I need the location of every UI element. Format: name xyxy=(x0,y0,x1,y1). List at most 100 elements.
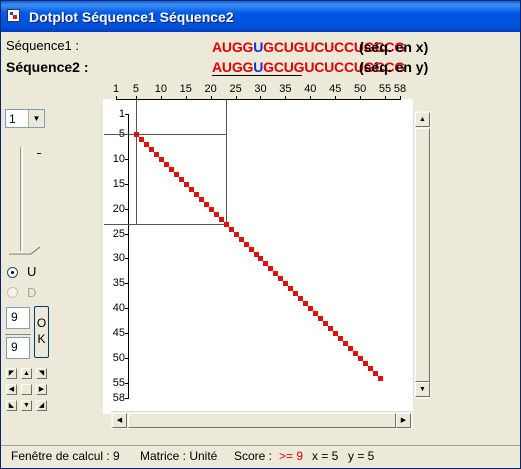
y-tick-label: 10 xyxy=(112,152,125,165)
x-tick xyxy=(360,96,361,100)
radio-d-label: D xyxy=(27,285,37,300)
x-tick xyxy=(385,96,386,100)
y-tick xyxy=(125,283,129,284)
y-tick xyxy=(125,159,129,160)
radio-u[interactable] xyxy=(7,267,18,278)
title-bar[interactable]: Dotplot Séquence1 Séquence2 xyxy=(1,1,520,32)
y-tick-label: 35 xyxy=(112,277,125,290)
y-tick xyxy=(125,358,129,359)
x-tick xyxy=(310,96,311,100)
vertical-scroll-thumb[interactable] xyxy=(415,128,430,382)
seq1-note: (séq. en x) xyxy=(359,39,429,55)
x-tick-label: 35 xyxy=(279,83,292,95)
arrow-right-icon[interactable]: ▶ xyxy=(36,384,47,395)
x-axis-line xyxy=(116,99,400,100)
x-tick-label: 45 xyxy=(329,83,342,95)
y-axis-line xyxy=(128,114,129,398)
arrow-upleft-icon[interactable]: ◤ xyxy=(6,368,17,379)
y-tick-label: 25 xyxy=(112,227,125,240)
x-tick xyxy=(285,96,286,100)
y-tick xyxy=(125,383,129,384)
seq1-label: Séquence1 : xyxy=(6,38,80,53)
arrow-left-icon[interactable]: ◀ xyxy=(6,384,17,395)
ok-button-label: O K xyxy=(36,316,47,346)
x-tick xyxy=(161,96,162,100)
y-tick-label: 15 xyxy=(112,177,125,190)
x-tick xyxy=(335,96,336,100)
x-tick xyxy=(236,96,237,100)
horizontal-scrollbar[interactable]: ◀ ▶ xyxy=(111,411,413,429)
y-tick-label: 58 xyxy=(112,392,125,404)
x-tick xyxy=(400,96,401,100)
status-x: x = 5 xyxy=(312,449,339,463)
seq2-label: Séquence2 : xyxy=(6,59,89,75)
x-tick-label: 20 xyxy=(204,83,217,95)
window-slider-track[interactable] xyxy=(20,147,23,251)
score-threshold-input[interactable]: 9 xyxy=(6,337,30,359)
y-tick-label: 55 xyxy=(112,377,125,390)
scroll-left-icon[interactable]: ◀ xyxy=(112,413,127,428)
y-tick xyxy=(125,308,129,309)
arrow-downright-icon[interactable]: ◢ xyxy=(36,400,47,411)
x-tick-label: 5 xyxy=(132,83,139,95)
status-matrix: Matrice : Unité xyxy=(140,449,218,463)
x-tick xyxy=(211,96,212,100)
zoom-combo-value: 1 xyxy=(9,112,16,126)
radio-u-label: U xyxy=(27,264,37,279)
window-box-bottom xyxy=(104,224,226,225)
x-tick-label: 50 xyxy=(354,83,367,95)
arrow-down-icon[interactable]: ▼ xyxy=(21,400,32,411)
y-tick-label: 50 xyxy=(112,352,125,365)
arrow-upright-icon[interactable]: ◥ xyxy=(36,368,47,379)
y-tick-label: 45 xyxy=(112,327,125,340)
ok-button[interactable]: O K xyxy=(34,306,49,358)
x-tick-label: 55 xyxy=(378,83,392,95)
window-size-input[interactable]: 9 xyxy=(6,307,30,329)
x-tick-label: 30 xyxy=(254,83,267,95)
scroll-down-icon[interactable]: ▼ xyxy=(415,382,430,397)
status-bar: Fenêtre de calcul : 9 Matrice : Unité Sc… xyxy=(1,445,520,468)
x-tick-label: 58 xyxy=(393,83,407,95)
x-tick xyxy=(116,96,117,100)
x-tick-label: 1 xyxy=(112,83,120,95)
window-slider-thumb[interactable] xyxy=(9,243,41,255)
y-tick xyxy=(125,114,129,115)
dotplot-window: Dotplot Séquence1 Séquence2 Séquence1 : … xyxy=(0,0,521,469)
crosshair-vertical xyxy=(136,100,137,224)
arrow-up-icon[interactable]: ▲ xyxy=(21,368,32,379)
seq2-window-underline xyxy=(212,75,302,76)
divider xyxy=(5,334,31,335)
y-tick-label: 20 xyxy=(112,202,125,215)
x-tick-label: 25 xyxy=(229,83,242,95)
window-title: Dotplot Séquence1 Séquence2 xyxy=(29,9,234,25)
chevron-down-icon[interactable]: ▼ xyxy=(28,110,44,127)
radio-d[interactable] xyxy=(7,287,18,298)
x-tick xyxy=(186,96,187,100)
status-score-label: Score : xyxy=(234,449,273,463)
y-tick xyxy=(125,234,129,235)
app-icon[interactable] xyxy=(7,9,20,22)
zoom-combo[interactable]: 1 ▼ xyxy=(5,109,45,128)
x-tick-label: 10 xyxy=(154,83,167,95)
scroll-up-icon[interactable]: ▲ xyxy=(415,112,430,127)
status-score-value: >= 9 xyxy=(279,449,304,463)
slider-mark xyxy=(37,153,41,154)
y-tick-label: 40 xyxy=(112,302,125,315)
y-tick xyxy=(125,258,129,259)
x-tick-label: 15 xyxy=(179,83,192,95)
arrow-center-button[interactable] xyxy=(21,384,32,395)
y-tick xyxy=(125,209,129,210)
arrow-downleft-icon[interactable]: ◣ xyxy=(6,400,17,411)
scroll-right-icon[interactable]: ▶ xyxy=(396,413,411,428)
status-window: Fenêtre de calcul : 9 xyxy=(11,449,120,463)
horizontal-scroll-thumb[interactable] xyxy=(128,413,396,428)
crosshair-horizontal xyxy=(104,134,226,135)
x-tick xyxy=(260,96,261,100)
y-tick-label: 30 xyxy=(112,252,125,265)
vertical-scrollbar[interactable]: ▲ ▼ xyxy=(413,111,431,399)
y-tick xyxy=(125,333,129,334)
window-box-right xyxy=(226,100,227,224)
status-y: y = 5 xyxy=(348,449,375,463)
x-tick-label: 40 xyxy=(304,83,317,95)
y-tick xyxy=(125,398,129,399)
